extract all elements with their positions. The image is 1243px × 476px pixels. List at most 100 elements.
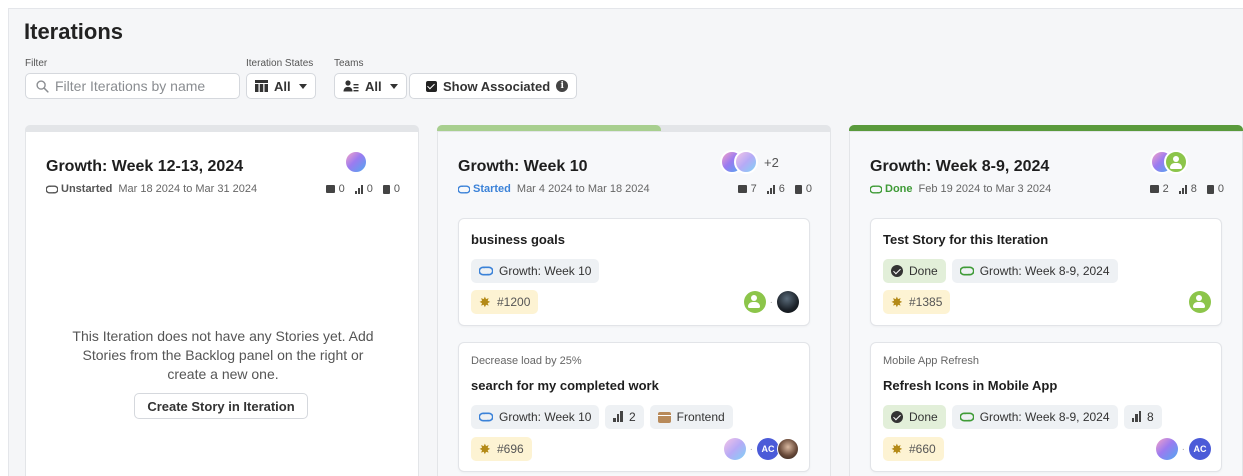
status-chip[interactable]: Done (883, 259, 946, 283)
feature-icon: ✸ (891, 294, 903, 310)
iteration-chip[interactable]: Growth: Week 8-9, 2024 (951, 405, 1118, 429)
chevron-down-icon (389, 83, 398, 89)
avatar[interactable] (777, 438, 799, 460)
story-owners[interactable]: · AC (1155, 438, 1211, 460)
state-badge-started: Started (458, 183, 511, 195)
iteration-column-body: Growth: Week 10 +2 Started Mar 4 2024 to… (437, 131, 831, 476)
avatar-initials[interactable]: AC (1189, 438, 1211, 460)
more-members-count[interactable]: +2 (764, 155, 779, 170)
story-card[interactable]: business goals Growth: Week 10 ✸ #1200 · (458, 218, 810, 326)
story-card[interactable]: Test Story for this Iteration Done Growt… (870, 218, 1222, 326)
iteration-counts: 7 6 0 (737, 183, 812, 195)
iteration-states-dropdown[interactable]: All (246, 73, 316, 99)
story-id-chip[interactable]: ✸ #1385 (883, 290, 951, 314)
iteration-states-label: Iteration States (246, 58, 314, 69)
story-title[interactable]: business goals (471, 232, 565, 247)
iteration-meta: Unstarted Mar 18 2024 to Mar 31 2024 (46, 183, 257, 195)
package-icon (657, 411, 671, 423)
epic-label[interactable]: Decrease load by 25% (471, 355, 582, 367)
docs-icon (382, 184, 390, 194)
feature-icon: ✸ (479, 441, 491, 457)
points-icon (1178, 184, 1187, 194)
create-story-button[interactable]: Create Story in Iteration (134, 393, 308, 419)
iteration-cycle-icon (46, 185, 58, 193)
iteration-counts: 2 8 0 (1149, 183, 1224, 195)
search-placeholder: Filter Iterations by name (55, 78, 206, 94)
story-owners[interactable] (1189, 291, 1211, 313)
iteration-members[interactable] (344, 150, 368, 174)
iteration-title[interactable]: Growth: Week 10 (458, 158, 588, 176)
story-card[interactable]: Mobile App Refresh Refresh Icons in Mobi… (870, 342, 1222, 472)
story-id-chip[interactable]: ✸ #1200 (471, 290, 539, 314)
iteration-column-done: Growth: Week 8-9, 2024 Done Feb 19 2024 … (849, 125, 1243, 476)
avatar[interactable] (1155, 438, 1178, 460)
teams-dropdown[interactable]: All (334, 73, 407, 99)
page-title: Iterations (24, 19, 124, 44)
avatar[interactable] (734, 150, 758, 174)
iterations-page: Iterations Filter Iteration States Teams… (8, 8, 1243, 476)
story-title[interactable]: Test Story for this Iteration (883, 232, 1048, 247)
show-associated-toggle[interactable]: Show Associated i (409, 73, 577, 99)
story-owners[interactable]: · (743, 291, 799, 313)
iteration-chip[interactable]: Growth: Week 10 (471, 259, 600, 283)
filter-label: Filter (25, 58, 48, 69)
story-id-row: ✸ #696 (471, 437, 532, 461)
story-chips: Done Growth: Week 8-9, 2024 (883, 259, 1118, 283)
iteration-members[interactable]: +2 (720, 150, 779, 174)
info-icon[interactable]: i (556, 80, 569, 92)
iteration-title[interactable]: Growth: Week 8-9, 2024 (870, 158, 1049, 176)
iteration-cycle-icon (479, 412, 493, 422)
search-input[interactable]: Filter Iterations by name (25, 73, 240, 99)
stories-icon (325, 185, 335, 193)
story-title[interactable]: search for my completed work (471, 378, 659, 393)
story-card[interactable]: Decrease load by 25% search for my compl… (458, 342, 810, 472)
story-chips: Done Growth: Week 8-9, 2024 8 (883, 405, 1162, 429)
team-avatar[interactable] (1164, 150, 1188, 174)
iteration-column-unstarted: Growth: Week 12-13, 2024 Unstarted Mar 1… (25, 125, 419, 476)
story-title[interactable]: Refresh Icons in Mobile App (883, 378, 1057, 393)
story-id-row: ✸ #1385 (883, 290, 951, 314)
iteration-chip[interactable]: Growth: Week 8-9, 2024 (951, 259, 1118, 283)
iteration-title[interactable]: Growth: Week 12-13, 2024 (46, 158, 243, 176)
epic-label[interactable]: Mobile App Refresh (883, 355, 979, 367)
story-chips: Growth: Week 10 (471, 259, 600, 283)
avatar[interactable] (344, 150, 368, 174)
story-id-chip[interactable]: ✸ #660 (883, 437, 944, 461)
feature-icon: ✸ (891, 441, 903, 457)
estimate-chip[interactable]: 2 (605, 405, 644, 429)
story-id-row: ✸ #660 (883, 437, 944, 461)
team-avatar[interactable] (743, 291, 766, 313)
iteration-cycle-icon (870, 185, 882, 193)
teams-value: All (365, 78, 382, 94)
avatar-initials[interactable]: AC (757, 438, 779, 460)
state-badge-unstarted: Unstarted (46, 183, 112, 195)
story-id-chip[interactable]: ✸ #696 (471, 437, 532, 461)
feature-icon: ✸ (479, 294, 491, 310)
avatar[interactable] (723, 438, 746, 460)
iteration-dates: Feb 19 2024 to Mar 3 2024 (918, 183, 1052, 195)
empty-state-message: This Iteration does not have any Stories… (72, 328, 374, 382)
story-owners[interactable]: · AC (723, 438, 799, 460)
avatar[interactable] (777, 291, 799, 313)
team-chip[interactable]: Frontend (649, 405, 733, 429)
columns-icon (255, 80, 268, 92)
estimate-chip[interactable]: 8 (1123, 405, 1162, 429)
stories-icon (737, 185, 747, 193)
iteration-chip[interactable]: Growth: Week 10 (471, 405, 600, 429)
iteration-dates: Mar 4 2024 to Mar 18 2024 (516, 183, 650, 195)
iteration-column-started: Growth: Week 10 +2 Started Mar 4 2024 to… (437, 125, 831, 476)
iteration-counts: 0 0 0 (325, 183, 400, 195)
team-avatar[interactable] (1189, 291, 1211, 313)
checkbox-checked-icon[interactable] (426, 80, 437, 92)
iteration-states-value: All (274, 78, 291, 94)
iteration-cycle-icon (959, 266, 974, 276)
iteration-members[interactable] (1150, 150, 1188, 174)
status-chip[interactable]: Done (883, 405, 946, 429)
points-icon (354, 184, 363, 194)
story-chips: Growth: Week 10 2 Frontend (471, 405, 733, 429)
docs-icon (794, 184, 802, 194)
iteration-column-body: Growth: Week 8-9, 2024 Done Feb 19 2024 … (849, 131, 1243, 476)
points-icon (766, 184, 775, 194)
estimate-icon (613, 410, 623, 422)
chevron-down-icon (298, 83, 307, 89)
